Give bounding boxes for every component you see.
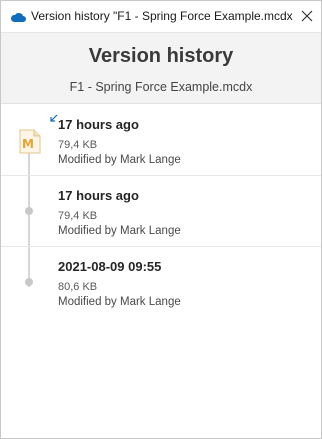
- close-icon: [301, 10, 313, 22]
- version-time: 17 hours ago: [58, 188, 139, 203]
- version-time: 17 hours ago: [58, 117, 139, 132]
- file-name: F1 - Spring Force Example.mcdx: [69, 80, 253, 94]
- window-title: Version history "F1 - Spring Force Examp…: [31, 9, 293, 23]
- panel-header: Version history F1 - Spring Force Exampl…: [1, 32, 321, 104]
- version-modified-by: Modified by Mark Lange: [58, 225, 181, 237]
- version-item[interactable]: 17 hours ago 79,4 KB Modified by Mark La…: [1, 105, 321, 176]
- version-size: 80,6 KB: [58, 281, 98, 293]
- version-history-window: Version history "F1 - Spring Force Examp…: [0, 0, 322, 439]
- close-button[interactable]: [295, 3, 319, 29]
- version-size: 79,4 KB: [58, 139, 98, 151]
- version-time: 2021-08-09 09:55: [58, 259, 162, 274]
- version-item[interactable]: 2021-08-09 09:55 80,6 KB Modified by Mar…: [1, 247, 321, 318]
- panel-title: Version history: [88, 45, 234, 67]
- onedrive-cloud-icon: [10, 12, 26, 22]
- timeline-dot: [25, 207, 33, 215]
- version-modified-by: Modified by Mark Lange: [58, 296, 181, 308]
- version-modified-by: Modified by Mark Lange: [58, 154, 181, 166]
- timeline-dot: [25, 278, 33, 286]
- title-bar: Version history "F1 - Spring Force Examp…: [1, 1, 321, 32]
- version-size: 79,4 KB: [58, 210, 98, 222]
- version-item[interactable]: 17 hours ago 79,4 KB Modified by Mark La…: [1, 176, 321, 247]
